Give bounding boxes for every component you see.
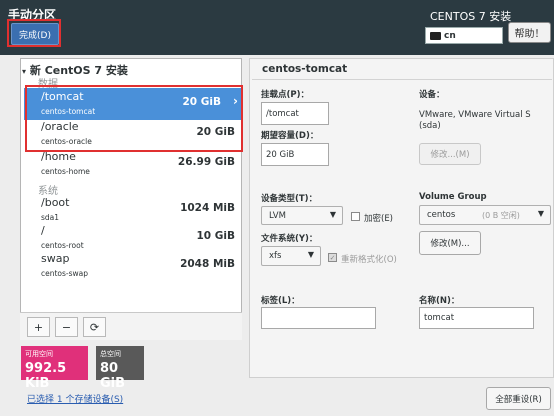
available-space-box: 可用空间 992.5 KiB xyxy=(21,346,88,391)
total-space-box: 总空间 80 GiB xyxy=(96,346,144,391)
modify-device-button[interactable]: 修改...(M) xyxy=(419,143,481,165)
dropdown-arrow-icon: ▼ xyxy=(329,210,336,219)
encrypt-label: 加密(E) xyxy=(364,214,394,224)
collapse-triangle-icon: ▾ xyxy=(22,67,27,76)
tag-label: 标签(L)： xyxy=(261,296,300,306)
mount-point: swap xyxy=(41,252,70,265)
volume-group-value: centos xyxy=(427,210,456,220)
keyboard-icon xyxy=(430,31,441,40)
product-title: CENTOS 7 安装 xyxy=(430,10,512,23)
add-partition-button[interactable]: + xyxy=(27,317,50,337)
mount-point: /boot xyxy=(41,196,70,209)
reformat-checkbox[interactable]: ✓ xyxy=(328,253,337,262)
partition-toolbar xyxy=(20,312,242,340)
partition-size: 1024 MiB xyxy=(180,202,235,214)
filesystem-value: xfs xyxy=(269,251,282,261)
tag-input[interactable] xyxy=(261,307,376,329)
mount-point-label: 挂载点(P)： xyxy=(261,90,309,100)
modify-volume-group-button[interactable]: 修改(M)... xyxy=(419,231,481,255)
capacity-label: 期望容量(D)： xyxy=(261,131,319,141)
device-type-value: LVM xyxy=(269,210,286,221)
mount-point: / xyxy=(41,224,45,237)
device-label: 设备： xyxy=(419,90,445,100)
done-highlight-outline xyxy=(7,19,61,47)
dropdown-arrow-icon: ▼ xyxy=(307,250,314,259)
name-label: 名称(N)： xyxy=(419,296,460,306)
filesystem-label: 文件系统(Y)： xyxy=(261,234,318,244)
reset-all-button[interactable]: 全部重设(R) xyxy=(486,387,551,410)
storage-devices-link[interactable]: 已选择 1 个存储设备(S) xyxy=(27,392,123,405)
encrypt-checkbox[interactable] xyxy=(351,212,360,221)
total-space-value: 80 GiB xyxy=(100,361,126,391)
partition-row-swap[interactable]: swap centos-swap 2048 MiB xyxy=(24,250,241,282)
name-input[interactable]: tomcat xyxy=(419,307,534,329)
divider xyxy=(252,79,552,80)
volume-group-label: Volume Group xyxy=(419,192,487,202)
partition-row-home[interactable]: /home centos-home 26.99 GiB xyxy=(24,148,241,180)
detail-title: centos-tomcat xyxy=(262,63,348,75)
device-name: sda1 xyxy=(41,213,60,222)
keyboard-layout-label: cn xyxy=(444,30,456,41)
available-space-value: 992.5 KiB xyxy=(25,361,67,391)
device-name: centos-home xyxy=(41,167,90,176)
partition-size: 2048 MiB xyxy=(180,258,235,270)
device-type-label: 设备类型(T)： xyxy=(261,194,318,204)
dropdown-arrow-icon: ▼ xyxy=(537,209,544,218)
capacity-input[interactable]: 20 GiB xyxy=(261,143,329,166)
refresh-icon[interactable]: ⟳ xyxy=(83,317,106,337)
total-space-label: 总空间 xyxy=(100,350,121,358)
device-value: VMware, VMware Virtual S (sda) xyxy=(419,110,531,131)
help-button[interactable]: 帮助！ xyxy=(508,22,551,43)
mount-point-input[interactable]: /tomcat xyxy=(261,102,329,125)
keyboard-layout-indicator[interactable]: cn xyxy=(425,27,503,44)
partition-size: 26.99 GiB xyxy=(177,156,235,168)
selection-highlight-outline xyxy=(25,85,243,152)
device-type-select[interactable]: LVM ▼ xyxy=(261,206,343,225)
reformat-label: 重新格式化(O) xyxy=(341,255,397,265)
device-name: centos-swap xyxy=(41,269,89,278)
device-name: centos-root xyxy=(41,241,84,250)
available-space-label: 可用空间 xyxy=(25,350,53,358)
filesystem-select[interactable]: xfs ▼ xyxy=(261,246,321,266)
remove-partition-button[interactable]: − xyxy=(55,317,78,337)
volume-group-free: (0 B 空闲) xyxy=(482,211,520,220)
partition-size: 10 GiB xyxy=(196,230,236,242)
volume-group-select[interactable]: centos (0 B 空闲) ▼ xyxy=(419,205,551,225)
